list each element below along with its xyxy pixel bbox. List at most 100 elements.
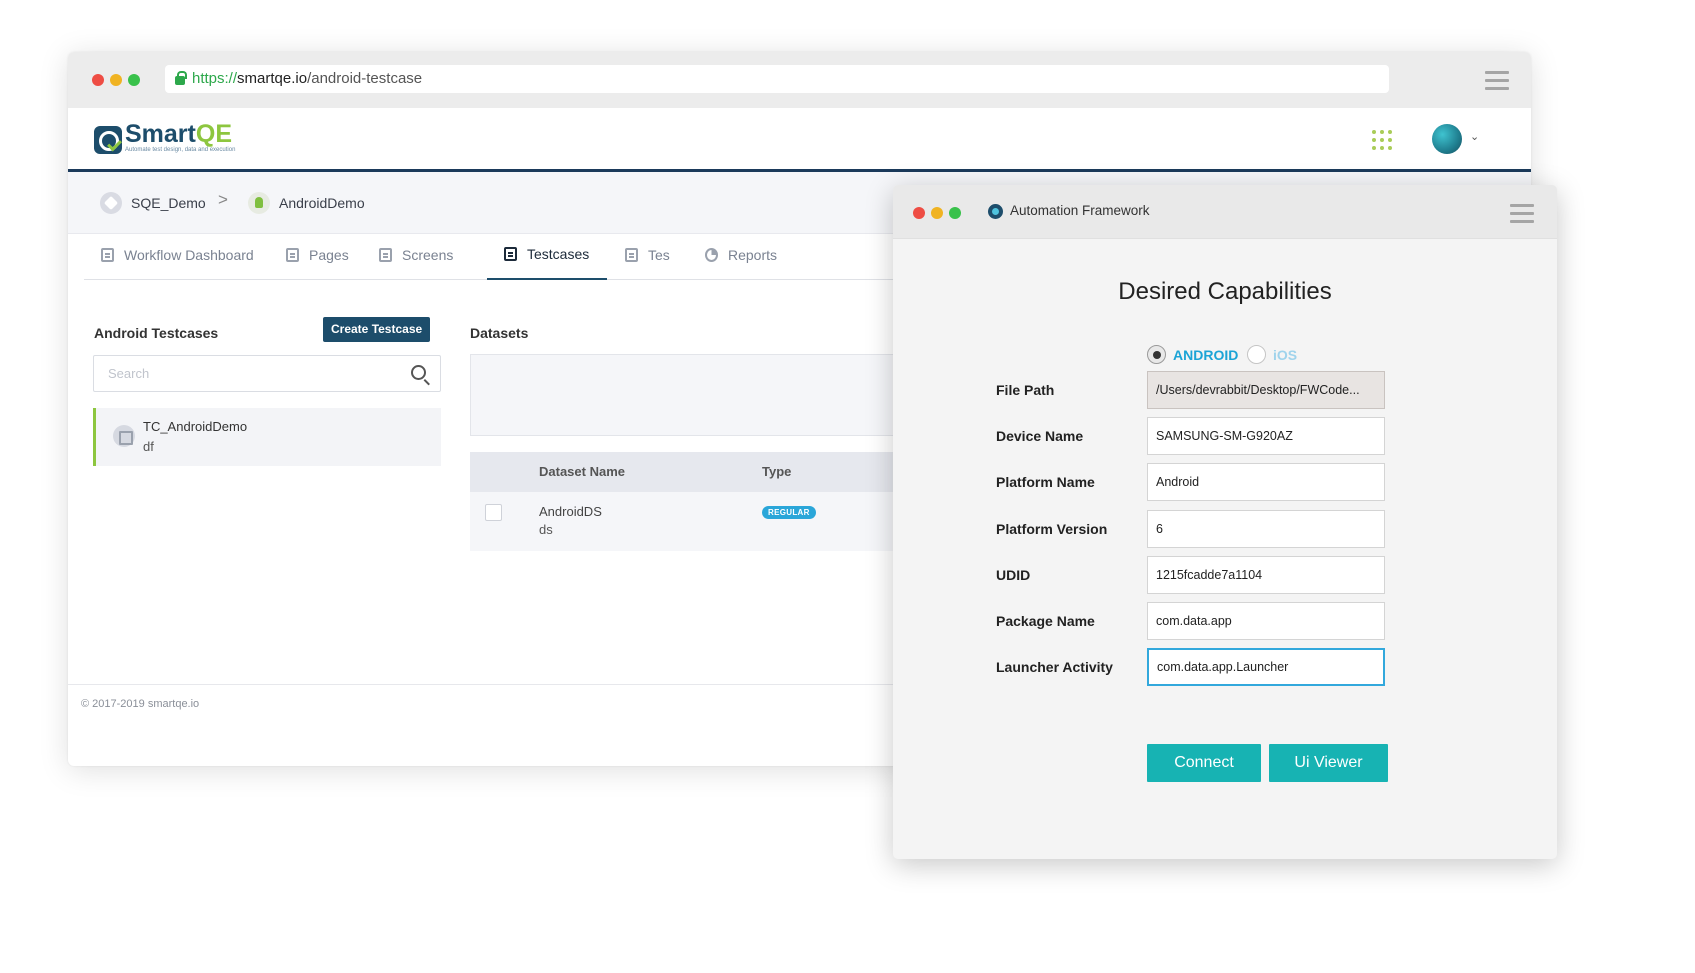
window-title: Automation Framework: [1010, 203, 1150, 218]
file-path-field[interactable]: [1147, 371, 1385, 409]
close-dot[interactable]: [913, 207, 925, 219]
logo-mark-icon: [94, 126, 122, 154]
breadcrumb-item-project[interactable]: SQE_Demo: [100, 192, 206, 214]
datasets-table: Dataset Name Type AndroidDS ds REGULAR: [470, 452, 930, 551]
testcase-subtitle: df: [143, 439, 154, 454]
close-dot[interactable]: [92, 74, 104, 86]
tab-workflow-dashboard[interactable]: Workflow Dashboard: [101, 230, 254, 280]
browser-toolbar: https://smartqe.io/android-testcase: [68, 52, 1531, 108]
dataset-dropzone: [470, 354, 930, 436]
radio-android[interactable]: ANDROID: [1147, 345, 1238, 364]
package-name-label: Package Name: [996, 613, 1095, 629]
tab-label: Screens: [402, 247, 454, 263]
testcase-search: [93, 355, 441, 392]
android-icon: [248, 192, 270, 214]
radio-selected-icon[interactable]: [1147, 345, 1166, 364]
platform-version-row: Platform Version: [893, 510, 1557, 548]
logo-name-smart: Smart: [125, 120, 196, 148]
tab-tes[interactable]: Tes: [625, 230, 670, 280]
tab-label: Workflow Dashboard: [124, 247, 254, 263]
dataset-subtitle: ds: [539, 522, 553, 537]
platform-name-field[interactable]: [1147, 463, 1385, 501]
launcher-activity-row: Launcher Activity: [893, 648, 1557, 686]
connect-button[interactable]: Connect: [1147, 744, 1261, 782]
package-name-row: Package Name: [893, 602, 1557, 640]
tab-testcases[interactable]: Testcases: [487, 230, 608, 280]
pie-chart-icon: [705, 248, 718, 262]
platform-name-row: Platform Name: [893, 463, 1557, 501]
breadcrumb-label: AndroidDemo: [279, 195, 365, 211]
tab-label: Tes: [648, 247, 670, 263]
address-bar[interactable]: https://smartqe.io/android-testcase: [165, 65, 1389, 93]
datasets-title: Datasets: [470, 325, 529, 341]
page-title: Desired Capabilities: [1118, 278, 1332, 305]
table-row[interactable]: AndroidDS ds REGULAR: [470, 492, 930, 551]
tab-screens[interactable]: Screens: [379, 230, 453, 280]
automation-framework-window: Automation Framework Desired Capabilitie…: [893, 185, 1557, 859]
testcase-list-item[interactable]: TC_AndroidDemo df: [93, 408, 441, 466]
document-icon: [101, 248, 114, 262]
radio-unselected-icon[interactable]: [1247, 345, 1266, 364]
minimize-dot[interactable]: [110, 74, 122, 86]
file-path-label: File Path: [996, 382, 1055, 398]
breadcrumb-item-app[interactable]: AndroidDemo: [248, 192, 365, 214]
maximize-dot[interactable]: [128, 74, 140, 86]
platform-version-label: Platform Version: [996, 521, 1108, 537]
row-checkbox[interactable]: [485, 504, 502, 521]
tab-label: Reports: [728, 247, 778, 263]
launcher-activity-label: Launcher Activity: [996, 659, 1113, 675]
copyright-text: © 2017-2019 smartqe.io: [81, 698, 200, 710]
browser-menu-icon[interactable]: [1485, 71, 1509, 95]
platform-name-label: Platform Name: [996, 474, 1095, 490]
launcher-activity-field[interactable]: [1147, 648, 1385, 686]
tab-label: Testcases: [527, 246, 590, 262]
device-name-field[interactable]: [1147, 417, 1385, 455]
logo-name-qe: QE: [195, 120, 232, 148]
type-badge: REGULAR: [762, 506, 816, 519]
column-type: Type: [762, 464, 792, 479]
udid-label: UDID: [996, 567, 1031, 583]
logo-tagline: Automate test design, data and execution: [125, 147, 236, 153]
column-dataset-name: Dataset Name: [539, 464, 625, 479]
app-header: SmartQE Automate test design, data and e…: [68, 108, 1531, 172]
file-path-row: File Path: [893, 371, 1557, 409]
search-input[interactable]: [94, 356, 384, 391]
url-path: /android-testcase: [307, 70, 423, 87]
chevron-right-icon: >: [218, 190, 228, 209]
url-domain: smartqe.io: [237, 70, 308, 87]
radio-label-ios: iOS: [1273, 346, 1298, 363]
avatar[interactable]: [1432, 124, 1462, 154]
minimize-dot[interactable]: [931, 207, 943, 219]
device-name-row: Device Name: [893, 417, 1557, 455]
smartqe-logo[interactable]: SmartQE Automate test design, data and e…: [94, 120, 235, 154]
url-protocol: https://: [192, 70, 238, 87]
ui-viewer-button[interactable]: Ui Viewer: [1269, 744, 1388, 782]
apps-grid-icon[interactable]: [1372, 130, 1392, 150]
radio-ios[interactable]: iOS: [1247, 345, 1297, 364]
udid-field[interactable]: [1147, 556, 1385, 594]
tab-label: Pages: [309, 247, 349, 263]
app-icon: [988, 204, 1003, 219]
document-icon: [625, 248, 638, 262]
checklist-icon: [504, 247, 517, 261]
dataset-name: AndroidDS: [539, 504, 602, 519]
lock-icon: [175, 71, 187, 85]
window-titlebar: Automation Framework: [893, 185, 1557, 239]
breadcrumb-label: SQE_Demo: [131, 195, 206, 211]
package-name-field[interactable]: [1147, 602, 1385, 640]
screens-icon: [379, 248, 392, 262]
radio-label-android: ANDROID: [1173, 346, 1239, 363]
tab-pages[interactable]: Pages: [286, 230, 349, 280]
search-icon[interactable]: [411, 365, 426, 380]
testcase-name: TC_AndroidDemo: [143, 419, 248, 434]
table-header: Dataset Name Type: [470, 452, 930, 492]
maximize-dot[interactable]: [949, 207, 961, 219]
window-menu-icon[interactable]: [1510, 204, 1534, 228]
cube-icon: [100, 192, 122, 214]
testcase-icon: [113, 425, 135, 447]
document-icon: [286, 248, 299, 262]
create-testcase-button[interactable]: Create Testcase: [323, 317, 431, 342]
tab-reports[interactable]: Reports: [705, 230, 777, 280]
platform-version-field[interactable]: [1147, 510, 1385, 548]
chevron-down-icon[interactable]: ⌄: [1470, 130, 1479, 143]
